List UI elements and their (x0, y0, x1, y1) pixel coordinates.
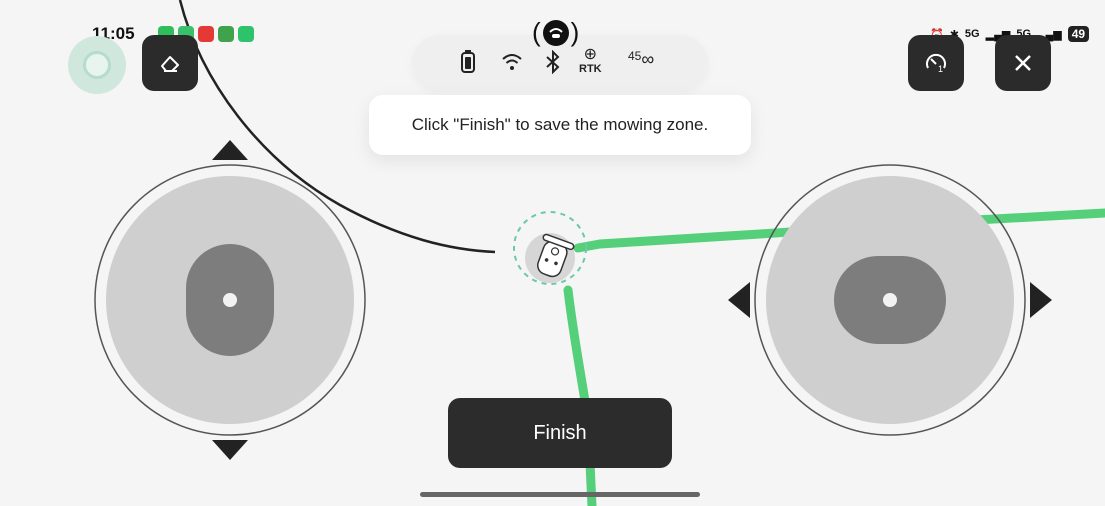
speed-button[interactable]: 1 (908, 35, 964, 91)
link-icon: 45∞ (628, 49, 655, 69)
joystick-up-arrow (212, 140, 248, 160)
app-notification-icon (198, 26, 214, 42)
eraser-button[interactable] (142, 35, 198, 91)
signal-1: 5G (964, 28, 980, 40)
robot-connection-indicator: ( ) (532, 17, 580, 47)
close-button[interactable] (995, 35, 1051, 91)
joystick-right-arrow (1030, 282, 1052, 318)
bluetooth-icon (546, 50, 560, 74)
left-joystick (94, 140, 366, 460)
close-icon (1015, 55, 1031, 71)
battery-icon (461, 50, 475, 73)
battery-level: 49 (1067, 26, 1090, 42)
home-indicator[interactable] (420, 492, 700, 497)
shield-icon (218, 26, 234, 42)
right-joystick (728, 164, 1052, 436)
joystick-left-arrow (728, 282, 750, 318)
hint-tooltip: Click "Finish" to save the mowing zone. (369, 95, 751, 155)
svg-text:1: 1 (938, 64, 943, 74)
phone-icon (238, 26, 254, 42)
rtk-icon: ⊕ RTK (579, 46, 602, 76)
eraser-icon (161, 56, 179, 72)
finish-button[interactable]: Finish (448, 398, 672, 468)
mower-status-indicator[interactable] (68, 36, 126, 94)
joystick-down-arrow (212, 440, 248, 460)
speedometer-icon: 1 (926, 53, 946, 74)
wifi-icon (502, 54, 522, 70)
map-canvas[interactable]: 11:05 ⏰ ✱ 5G ▂▄▆ 5G ▂▄▆ 49 (0, 0, 1105, 506)
robot-signal-icon (542, 19, 569, 46)
